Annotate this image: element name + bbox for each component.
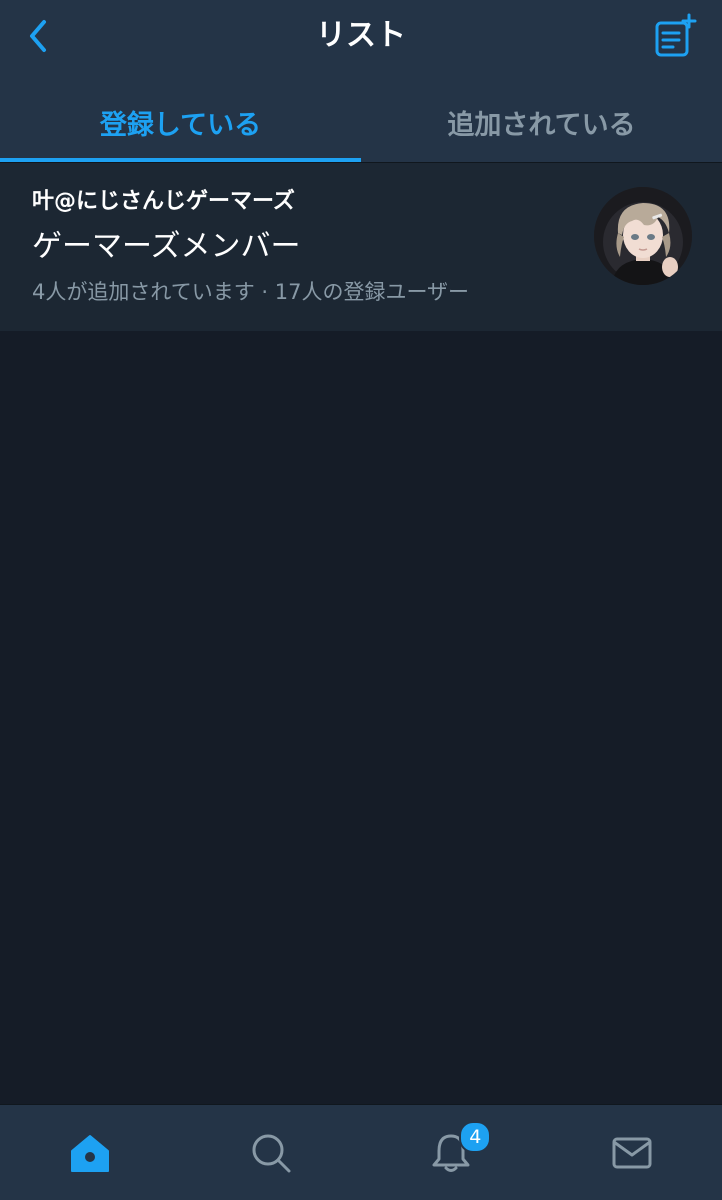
list-meta: 4人が追加されています · 17人の登録ユーザー (32, 280, 470, 304)
notification-badge: 4 (459, 1121, 492, 1153)
nav-messages[interactable] (542, 1105, 722, 1200)
nav-search[interactable] (181, 1105, 362, 1200)
list-name: ゲーマーズメンバー (32, 229, 301, 264)
anime-character-avatar (594, 187, 692, 285)
tab-member-of[interactable]: 追加されている (361, 82, 722, 162)
header: リスト (0, 0, 722, 82)
list-avatar (594, 187, 692, 285)
list-item[interactable]: 叶@にじさんじゲーマーズ ゲーマーズメンバー 4人が追加されています · 17人… (0, 163, 722, 331)
nav-home[interactable] (0, 1105, 181, 1200)
tab-bar: 登録している 追加されている (0, 82, 722, 162)
app: リスト 登録している 追加されている 叶@にじさんじゲーマーズ ゲーマーズメンバ… (0, 0, 722, 1200)
create-list-button[interactable] (650, 12, 700, 62)
new-list-icon (655, 13, 697, 57)
bottom-nav: 4 (0, 1104, 722, 1200)
page-title: リスト (316, 18, 406, 53)
home-icon (71, 1135, 110, 1172)
mail-icon (612, 1137, 652, 1169)
tab-subscribed[interactable]: 登録している (0, 82, 361, 162)
search-icon (252, 1134, 291, 1173)
nav-notifications[interactable]: 4 (361, 1105, 542, 1200)
list-owner: 叶@にじさんじゲーマーズ (32, 189, 295, 214)
